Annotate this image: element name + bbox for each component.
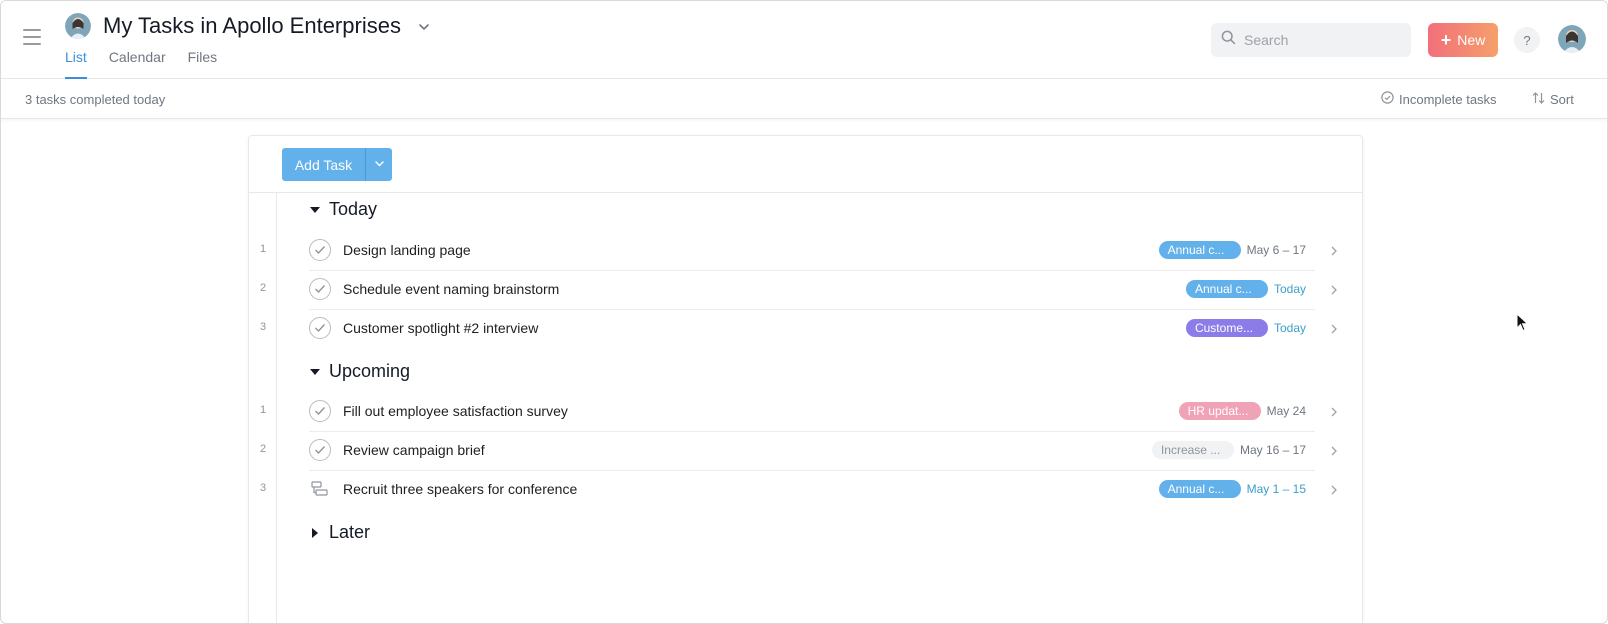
completed-count: 3 tasks completed today xyxy=(25,92,166,107)
check-icon[interactable] xyxy=(309,439,331,461)
check-icon[interactable] xyxy=(309,317,331,339)
task-meta: Custome... Today xyxy=(1185,319,1306,337)
tab-files[interactable]: Files xyxy=(188,49,218,79)
check-icon[interactable] xyxy=(309,400,331,422)
add-task-button[interactable]: Add Task xyxy=(282,148,365,181)
sort-button[interactable]: Sort xyxy=(1532,91,1574,108)
due-date: May 6 – 17 xyxy=(1246,243,1306,257)
milestone-icon[interactable] xyxy=(309,479,331,499)
due-date: May 24 xyxy=(1266,404,1306,418)
task-meta: Increase ... May 16 – 17 xyxy=(1151,441,1306,459)
section-later[interactable]: Later xyxy=(309,522,370,543)
section-today-label: Today xyxy=(329,199,378,219)
chevron-right-icon[interactable] xyxy=(1329,244,1339,256)
hamburger-icon[interactable] xyxy=(23,29,41,45)
table-row[interactable]: 1 Design landing page Annual c... May 6 … xyxy=(249,231,1339,271)
table-row[interactable]: 2 Review campaign brief Increase ... May… xyxy=(249,431,1339,471)
task-meta: Annual c... May 1 – 15 xyxy=(1158,480,1306,498)
table-row[interactable]: 1 Fill out employee satisfaction survey … xyxy=(249,392,1339,432)
chevron-right-icon[interactable] xyxy=(1329,283,1339,295)
mouse-cursor-icon xyxy=(1516,312,1530,333)
add-task-dropdown[interactable] xyxy=(365,148,392,181)
caret-down-icon xyxy=(310,206,320,213)
tab-list[interactable]: List xyxy=(65,49,87,79)
section-later-label: Later xyxy=(329,522,371,542)
project-tag[interactable]: Annual c... xyxy=(1158,241,1241,259)
check-circle-icon xyxy=(1381,91,1394,107)
project-tag[interactable]: HR updat... xyxy=(1178,402,1261,420)
task-name[interactable]: Recruit three speakers for conference xyxy=(343,481,577,497)
row-number: 3 xyxy=(259,482,267,494)
project-tag[interactable]: Annual c... xyxy=(1185,280,1268,298)
task-name[interactable]: Schedule event naming brainstorm xyxy=(343,281,559,297)
row-number: 1 xyxy=(259,243,267,255)
table-row[interactable]: 3 Customer spotlight #2 interview Custom… xyxy=(249,309,1339,349)
task-meta: Annual c... May 6 – 17 xyxy=(1158,241,1306,259)
task-list-panel: Add Task Today 1 Design landing page Ann… xyxy=(248,135,1363,623)
chevron-down-icon xyxy=(374,156,385,174)
page-title: My Tasks in Apollo Enterprises xyxy=(103,13,401,38)
check-icon[interactable] xyxy=(309,278,331,300)
new-button-label: New xyxy=(1457,32,1486,48)
help-button[interactable]: ? xyxy=(1514,27,1540,53)
search-box xyxy=(1211,23,1411,57)
due-date: May 16 – 17 xyxy=(1239,443,1306,457)
check-icon[interactable] xyxy=(309,239,331,261)
section-today[interactable]: Today xyxy=(309,199,377,220)
row-number: 2 xyxy=(259,282,267,294)
task-meta: HR updat... May 24 xyxy=(1178,402,1306,420)
project-tag[interactable]: Custome... xyxy=(1185,319,1268,337)
new-button[interactable]: + New xyxy=(1428,23,1498,57)
tab-bar: List Calendar Files xyxy=(65,49,239,79)
task-name[interactable]: Design landing page xyxy=(343,242,471,258)
table-row[interactable]: 2 Schedule event naming brainstorm Annua… xyxy=(249,270,1339,310)
table-row[interactable]: 3 Recruit three speakers for conference … xyxy=(249,470,1339,510)
panel-header: Add Task xyxy=(249,136,1362,193)
sort-icon xyxy=(1532,91,1545,108)
row-number: 3 xyxy=(259,321,267,333)
due-date: Today xyxy=(1273,282,1306,296)
tab-calendar[interactable]: Calendar xyxy=(109,49,166,79)
search-icon xyxy=(1221,30,1236,50)
add-task-control: Add Task xyxy=(282,148,392,181)
search-input[interactable] xyxy=(1244,32,1404,48)
task-name[interactable]: Fill out employee satisfaction survey xyxy=(343,403,568,419)
project-tag[interactable]: Increase ... xyxy=(1151,441,1234,459)
section-upcoming[interactable]: Upcoming xyxy=(309,361,410,382)
incomplete-tasks-filter[interactable]: Incomplete tasks xyxy=(1381,91,1497,107)
plus-icon: + xyxy=(1440,30,1452,50)
incomplete-tasks-label: Incomplete tasks xyxy=(1399,91,1497,107)
due-date: Today xyxy=(1273,321,1306,335)
project-avatar xyxy=(65,13,91,39)
task-meta: Annual c... Today xyxy=(1185,280,1306,298)
sub-toolbar: 3 tasks completed today Incomplete tasks… xyxy=(1,79,1607,119)
header: My Tasks in Apollo Enterprises List Cale… xyxy=(1,1,1607,79)
chevron-down-icon[interactable] xyxy=(417,20,431,34)
chevron-right-icon[interactable] xyxy=(1329,405,1339,417)
section-upcoming-label: Upcoming xyxy=(329,361,411,381)
row-number: 1 xyxy=(259,404,267,416)
chevron-right-icon[interactable] xyxy=(1329,322,1339,334)
task-name[interactable]: Review campaign brief xyxy=(343,442,485,458)
sort-label: Sort xyxy=(1550,92,1574,107)
due-date: May 1 – 15 xyxy=(1246,482,1306,496)
chevron-right-icon[interactable] xyxy=(1329,444,1339,456)
app-window: My Tasks in Apollo Enterprises List Cale… xyxy=(0,0,1608,624)
row-number: 2 xyxy=(259,443,267,455)
user-avatar[interactable] xyxy=(1558,25,1586,53)
caret-down-icon xyxy=(310,368,320,375)
project-tag[interactable]: Annual c... xyxy=(1158,480,1241,498)
chevron-right-icon[interactable] xyxy=(1329,483,1339,495)
task-name[interactable]: Customer spotlight #2 interview xyxy=(343,320,538,336)
caret-right-icon xyxy=(312,527,318,538)
